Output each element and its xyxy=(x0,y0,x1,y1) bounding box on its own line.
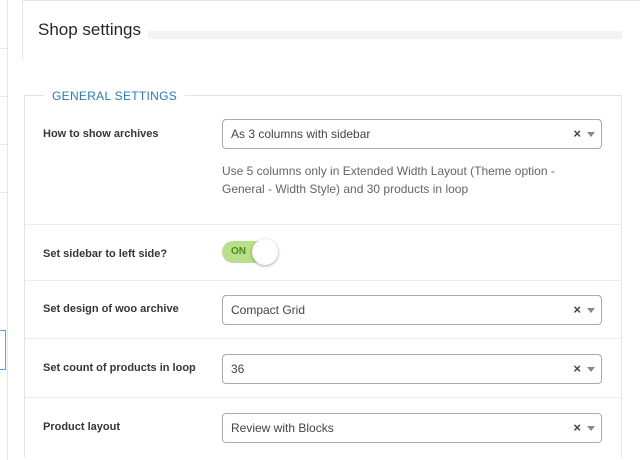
section-legend: GENERAL SETTINGS xyxy=(44,89,186,103)
divider xyxy=(22,0,23,60)
count-label: Set count of products in loop xyxy=(43,362,196,374)
clear-icon[interactable]: × xyxy=(573,126,581,141)
header-underline xyxy=(148,31,622,39)
divider xyxy=(0,144,8,145)
toggle-knob[interactable] xyxy=(252,239,278,265)
chevron-down-icon[interactable] xyxy=(587,308,595,313)
toggle-on-text: ON xyxy=(231,246,246,257)
page-title: Shop settings xyxy=(38,20,142,39)
clear-icon[interactable]: × xyxy=(573,302,581,317)
chevron-down-icon[interactable] xyxy=(587,367,595,372)
divider xyxy=(0,96,8,97)
chevron-down-icon[interactable] xyxy=(587,426,595,431)
chevron-down-icon[interactable] xyxy=(587,132,595,137)
clear-icon[interactable]: × xyxy=(573,361,581,376)
archives-label: How to show archives xyxy=(43,128,159,140)
layout-select-value: Review with Blocks xyxy=(231,421,334,435)
divider xyxy=(0,192,8,193)
count-select-value: 36 xyxy=(231,362,245,376)
left-edge-strip xyxy=(0,0,8,460)
archives-select[interactable]: As 3 columns with sidebar × xyxy=(222,119,602,149)
clear-icon[interactable]: × xyxy=(573,420,581,435)
left-edge-selection xyxy=(0,330,6,370)
layout-select[interactable]: Review with Blocks × xyxy=(222,413,602,443)
archives-select-value: As 3 columns with sidebar xyxy=(231,127,371,141)
sidebar-left-toggle[interactable]: ON xyxy=(222,239,278,265)
design-label: Set design of woo archive xyxy=(43,303,179,315)
design-select[interactable]: Compact Grid × xyxy=(222,295,602,325)
sidebar-left-label: Set sidebar to left side? xyxy=(43,248,168,260)
count-select[interactable]: 36 × xyxy=(222,354,602,384)
divider xyxy=(22,0,640,1)
divider xyxy=(0,48,8,49)
design-select-value: Compact Grid xyxy=(231,303,306,317)
layout-label: Product layout xyxy=(43,421,121,433)
archives-description: Use 5 columns only in Extended Width Lay… xyxy=(222,164,555,196)
